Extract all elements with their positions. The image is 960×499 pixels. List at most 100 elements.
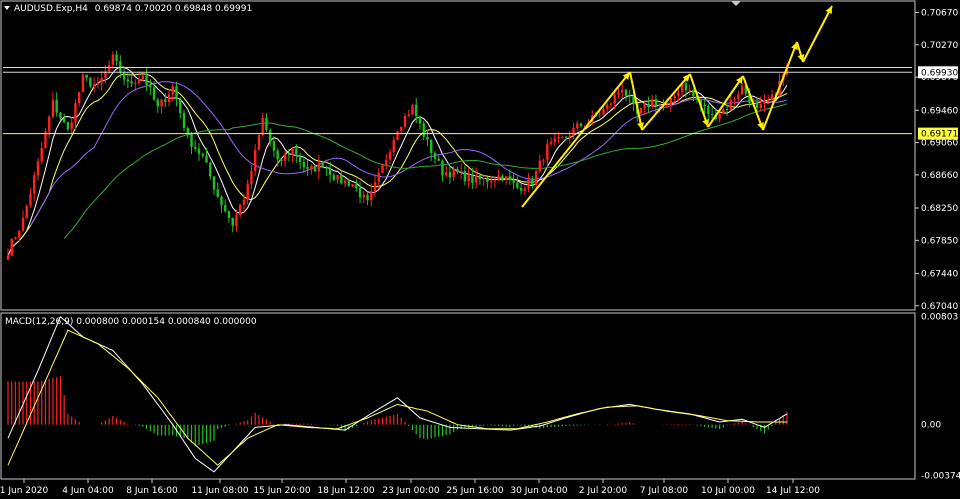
candle-body bbox=[149, 85, 152, 88]
candle-body bbox=[100, 77, 103, 83]
candle-body bbox=[212, 176, 216, 190]
candle-body bbox=[295, 148, 298, 157]
forex-chart[interactable]: 0.706700.702700.698700.694600.690600.686… bbox=[0, 0, 960, 499]
candle-body bbox=[385, 159, 388, 166]
candle-body bbox=[347, 180, 351, 187]
candle-body bbox=[257, 135, 261, 150]
price-tick-label: 0.68660 bbox=[921, 171, 958, 181]
candle-body bbox=[452, 168, 455, 178]
candle-body bbox=[448, 172, 452, 178]
candle-body bbox=[422, 123, 425, 137]
candle-body bbox=[493, 180, 497, 182]
candle-body bbox=[381, 165, 384, 173]
candle-body bbox=[722, 109, 725, 114]
candle-body bbox=[733, 98, 736, 100]
candle-body bbox=[160, 99, 163, 107]
candle-body bbox=[10, 239, 13, 256]
candle-body bbox=[673, 95, 676, 98]
candle-body bbox=[220, 196, 223, 206]
candle-body bbox=[411, 104, 414, 115]
candle-body bbox=[770, 94, 774, 101]
candle-body bbox=[763, 101, 766, 105]
time-tick-label: 8 Jun 16:00 bbox=[126, 486, 178, 496]
candle-body bbox=[152, 87, 156, 100]
macd-label: MACD(12,26,9) 0.000800 0.000154 0.000840… bbox=[5, 317, 257, 327]
candle-body bbox=[325, 167, 328, 169]
chart-background bbox=[0, 0, 960, 499]
candle-body bbox=[370, 191, 373, 201]
time-tick-label: 1 Jun 2020 bbox=[0, 486, 48, 496]
time-tick-label: 14 Jul 12:00 bbox=[766, 486, 820, 496]
candle-body bbox=[542, 160, 545, 162]
candle-body bbox=[343, 180, 347, 184]
candle-body bbox=[546, 143, 549, 161]
candle-body bbox=[209, 162, 212, 177]
candle-body bbox=[415, 104, 418, 117]
macd-tick-label: 0.00803 bbox=[921, 312, 958, 322]
candle-body bbox=[703, 104, 706, 107]
candle-body bbox=[317, 162, 321, 172]
candle-body bbox=[242, 199, 246, 205]
candle-body bbox=[59, 112, 62, 119]
candle-body bbox=[126, 79, 130, 82]
candle-body bbox=[302, 161, 306, 168]
candle-body bbox=[710, 114, 714, 116]
candle-body bbox=[111, 54, 115, 65]
candle-body bbox=[606, 104, 609, 109]
candle-body bbox=[130, 81, 133, 84]
candle-body bbox=[426, 136, 429, 140]
macd-tick-label: 0.00 bbox=[921, 421, 941, 431]
candle-body bbox=[164, 99, 167, 103]
candle-body bbox=[677, 92, 680, 96]
candle-body bbox=[669, 97, 673, 107]
candle-body bbox=[400, 127, 403, 132]
candle-body bbox=[287, 154, 291, 156]
candle-body bbox=[527, 178, 530, 189]
candle-body bbox=[122, 72, 126, 80]
time-tick-label: 15 Jun 20:00 bbox=[253, 486, 310, 496]
candle-body bbox=[239, 204, 242, 215]
time-tick-label: 10 Jul 00:00 bbox=[701, 486, 755, 496]
candle-body bbox=[74, 103, 77, 123]
candle-body bbox=[190, 133, 193, 147]
candle-body bbox=[531, 178, 534, 185]
candle-body bbox=[66, 122, 70, 130]
price-tick-label: 0.69460 bbox=[921, 106, 958, 116]
candle-body bbox=[512, 179, 515, 183]
candle-body bbox=[276, 150, 279, 160]
candle-body bbox=[306, 167, 309, 169]
candle-body bbox=[650, 99, 654, 108]
macd-tick-label: -0.003749 bbox=[921, 471, 960, 481]
candle-body bbox=[433, 153, 437, 159]
candle-body bbox=[145, 75, 148, 86]
candle-body bbox=[261, 117, 264, 136]
candle-body bbox=[224, 205, 227, 212]
candle-body bbox=[688, 90, 691, 92]
candle-body bbox=[310, 165, 313, 169]
candle-body bbox=[579, 123, 583, 127]
candle-body bbox=[568, 135, 571, 138]
candle-body bbox=[171, 86, 174, 95]
candle-body bbox=[186, 127, 189, 134]
price-tick-label: 0.68250 bbox=[921, 204, 958, 214]
price-tick-label: 0.67440 bbox=[921, 269, 958, 279]
candle-body bbox=[313, 165, 317, 172]
candle-body bbox=[737, 94, 740, 99]
price-tick-label: 0.70270 bbox=[921, 41, 958, 51]
price-tag-label: 0.69171 bbox=[921, 130, 958, 140]
candle-body bbox=[654, 99, 658, 107]
candle-body bbox=[729, 99, 733, 110]
candle-body bbox=[250, 171, 253, 184]
candle-body bbox=[355, 184, 358, 188]
candle-body bbox=[14, 237, 17, 240]
candle-body bbox=[467, 174, 470, 182]
candle-body bbox=[340, 174, 343, 184]
candle-body bbox=[403, 115, 407, 128]
candle-body bbox=[134, 82, 137, 84]
candle-body bbox=[351, 184, 354, 187]
candle-body bbox=[602, 108, 605, 115]
candle-body bbox=[328, 168, 332, 176]
candle-body bbox=[437, 158, 440, 161]
candle-body bbox=[576, 123, 579, 129]
candle-body bbox=[504, 176, 508, 181]
